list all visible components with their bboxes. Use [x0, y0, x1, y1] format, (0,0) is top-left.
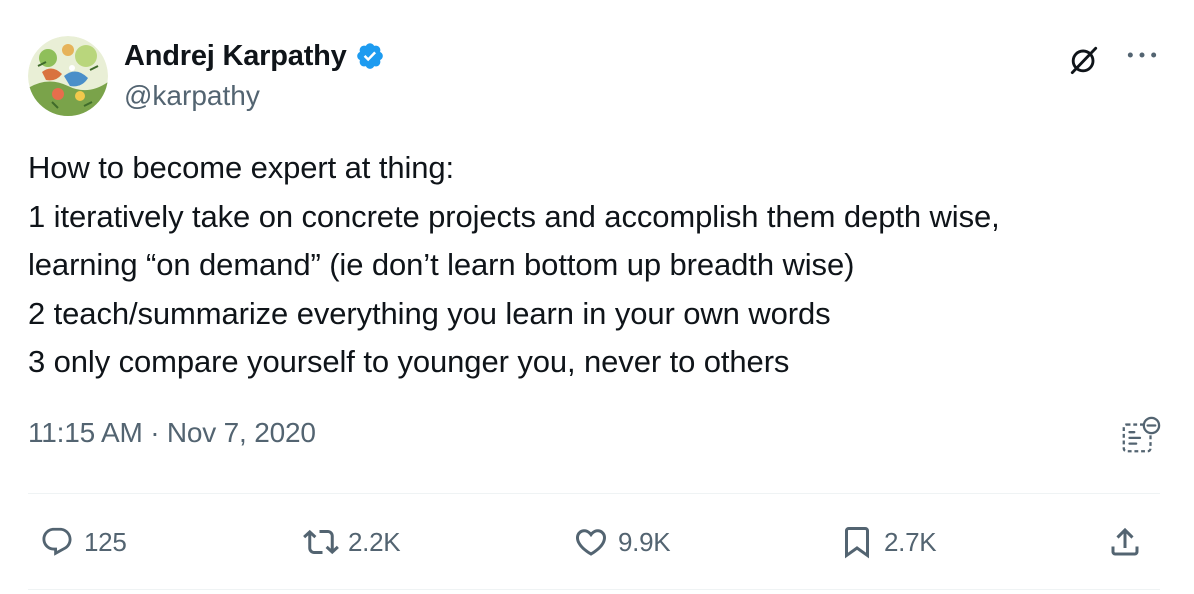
tweet-timestamp[interactable]: 11:15 AM · Nov 7, 2020 [28, 417, 316, 449]
author-name-row: Andrej Karpathy [124, 38, 387, 74]
reply-count: 125 [84, 526, 127, 557]
repost-button[interactable]: 2.2K [302, 522, 401, 562]
tweet-text-line: 2 teach/summarize everything you learn i… [28, 295, 831, 331]
share-button[interactable] [1106, 522, 1144, 562]
bookmark-button[interactable]: 2.7K [838, 522, 937, 562]
qr-code-icon[interactable] [1118, 414, 1162, 458]
divider [28, 589, 1160, 590]
tweet-text-line: 1 iteratively take on concrete projects … [28, 198, 1000, 234]
repost-count: 2.2K [348, 526, 401, 557]
avatar-image [28, 36, 108, 116]
like-button[interactable]: 9.9K [572, 522, 671, 562]
verified-badge-icon[interactable] [355, 40, 387, 72]
divider [28, 493, 1160, 494]
repost-icon [302, 523, 340, 561]
display-name[interactable]: Andrej Karpathy [124, 40, 347, 73]
tweet-text-line: 3 only compare yourself to younger you, … [28, 344, 790, 379]
tweet-text: How to become expert at thing: 1 iterati… [28, 144, 1168, 387]
bookmark-icon [838, 523, 876, 561]
reply-icon [38, 523, 76, 561]
share-icon [1106, 523, 1144, 561]
author-handle[interactable]: @karpathy [124, 80, 260, 112]
like-icon [572, 523, 610, 561]
reply-button[interactable]: 125 [38, 522, 127, 562]
avatar[interactable] [28, 36, 108, 116]
grok-icon[interactable] [1064, 40, 1104, 80]
bookmark-count: 2.7K [884, 526, 937, 557]
more-icon[interactable] [1122, 40, 1162, 70]
tweet-text-line: How to become expert at thing: [28, 150, 455, 185]
tweet-text-line: learning “on demand” (ie don’t learn bot… [28, 247, 855, 282]
like-count: 9.9K [618, 526, 671, 557]
tweet-card: Andrej Karpathy @karpathy How to become … [0, 0, 1194, 594]
